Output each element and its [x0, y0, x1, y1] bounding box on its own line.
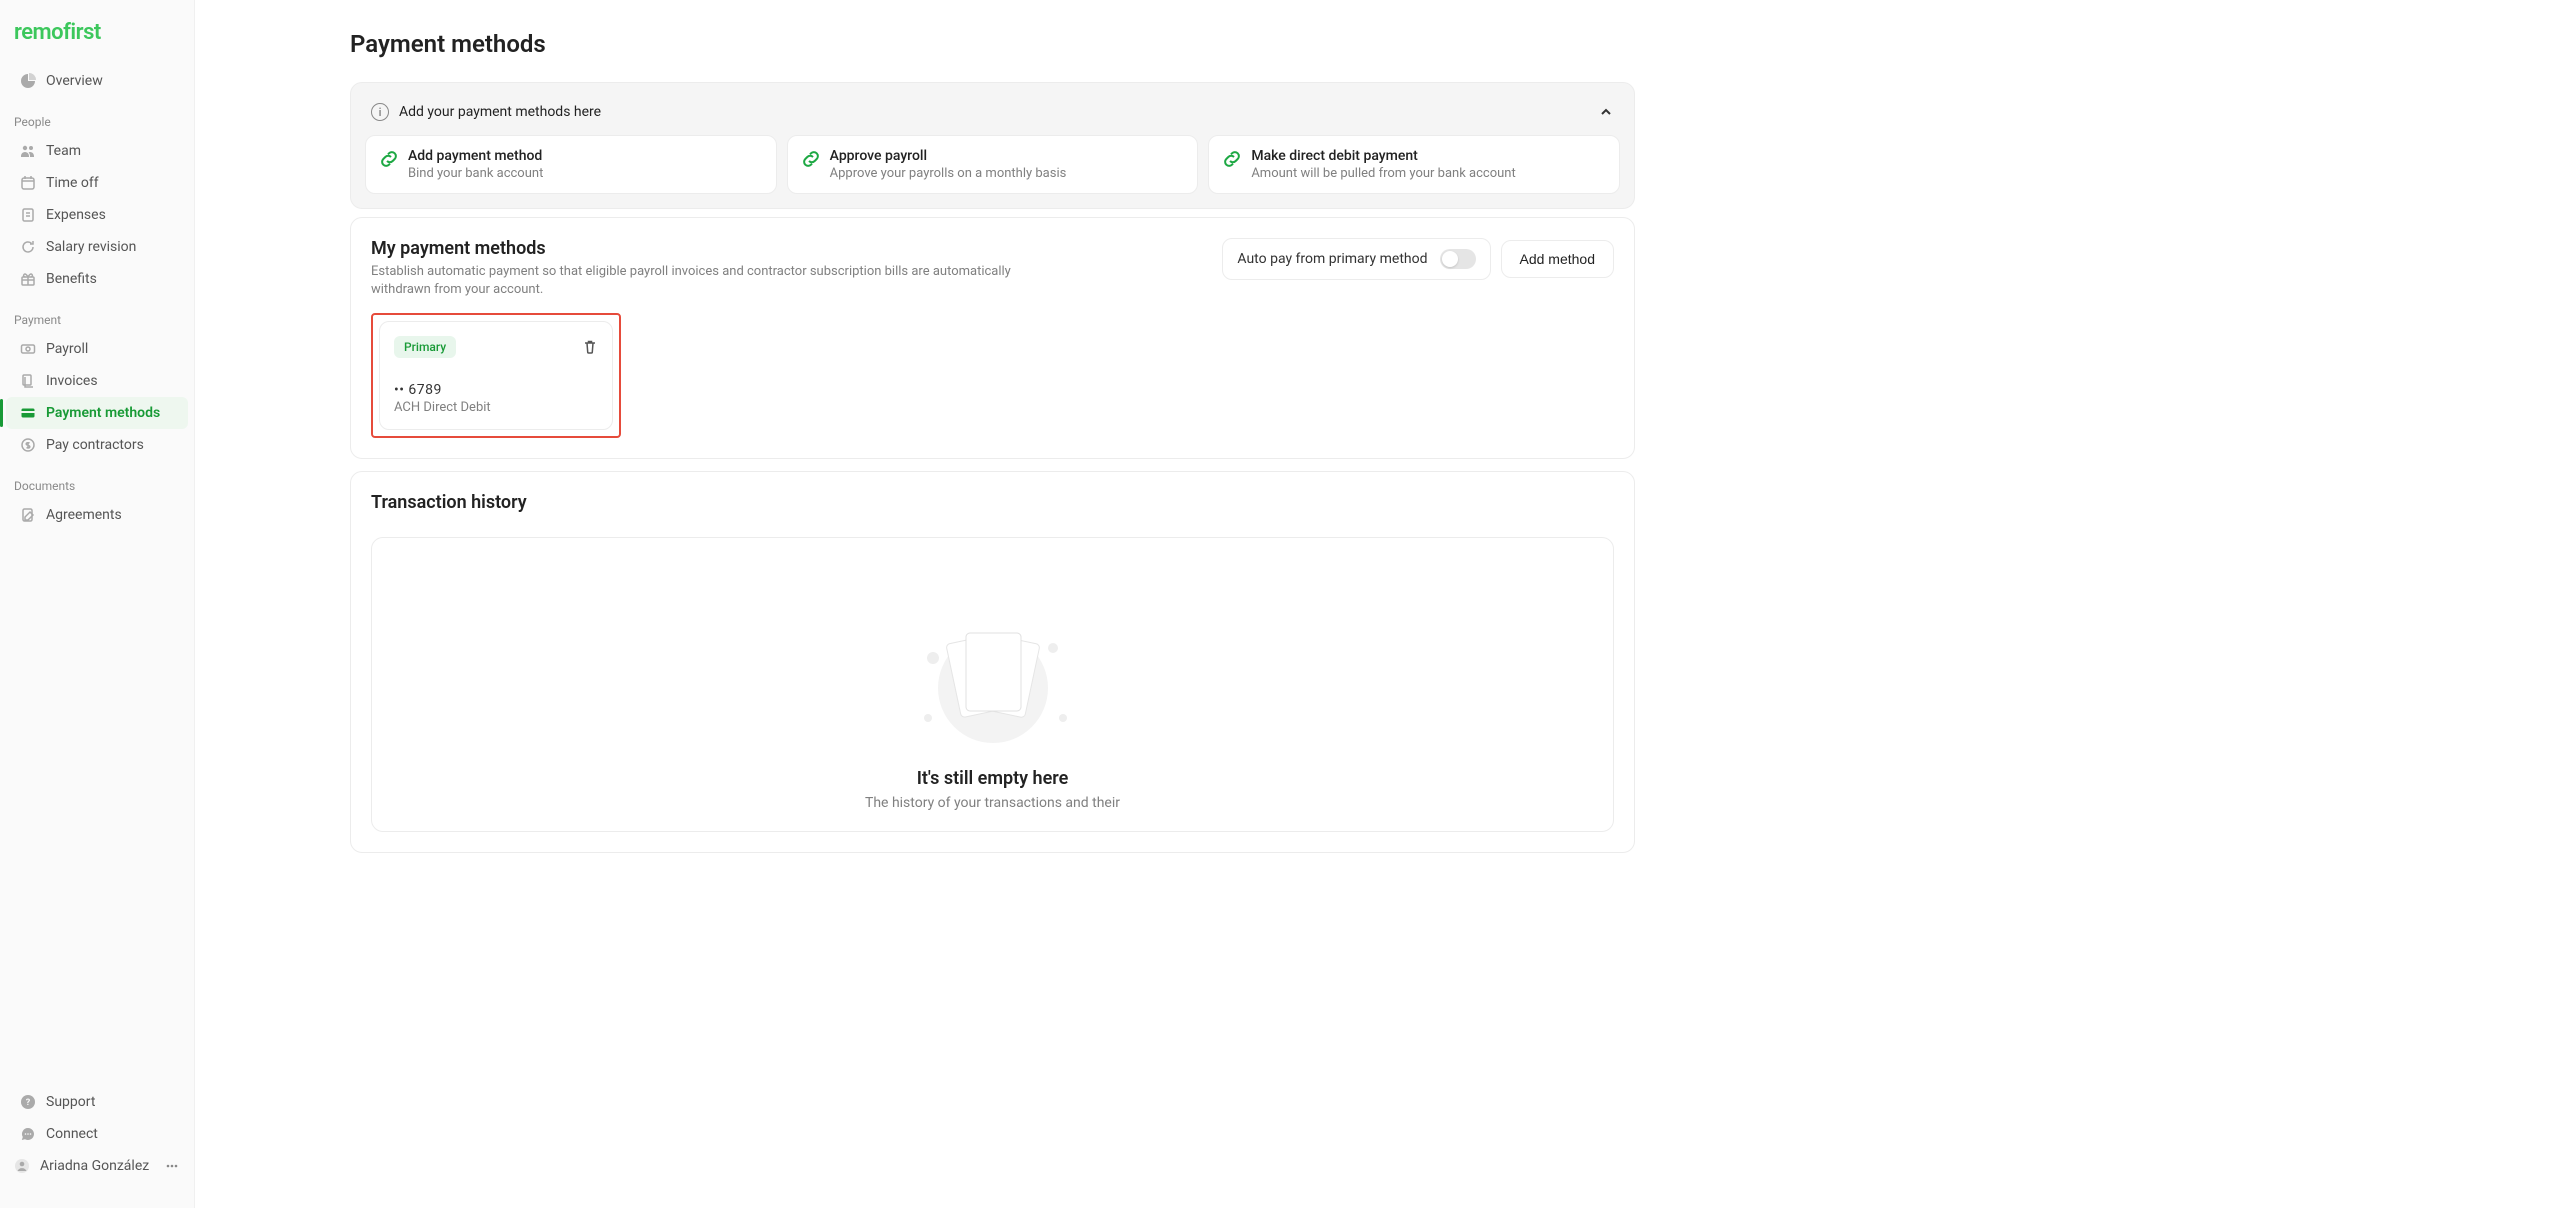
trash-icon[interactable] — [582, 339, 598, 355]
sidebar-item-invoices[interactable]: Invoices — [6, 365, 188, 397]
payment-methods-section: My payment methods Establish automatic p… — [350, 217, 1635, 459]
empty-sub: The history of your transactions and the… — [392, 795, 1593, 811]
toggle-label: Auto pay from primary method — [1237, 251, 1427, 267]
empty-illustration-icon — [903, 608, 1083, 748]
info-panel-header: i Add your payment methods here — [365, 97, 1620, 135]
people-icon — [20, 143, 36, 159]
sidebar-user[interactable]: Ariadna González — [0, 1150, 194, 1182]
action-approve-payroll[interactable]: Approve payroll Approve your payrolls on… — [787, 135, 1199, 194]
sidebar-item-connect[interactable]: Connect — [6, 1118, 188, 1150]
info-panel-title: Add your payment methods here — [399, 104, 601, 120]
main-content: Payment methods i Add your payment metho… — [195, 0, 1795, 1208]
sidebar-item-label: Agreements — [46, 507, 122, 523]
methods-title: My payment methods — [371, 238, 1041, 259]
sidebar-item-label: Team — [46, 143, 81, 159]
credit-card-icon — [20, 405, 36, 421]
sidebar-item-pay-contractors[interactable]: Pay contractors — [6, 429, 188, 461]
empty-title: It's still empty here — [392, 768, 1593, 789]
info-panel: i Add your payment methods here Add paym… — [350, 82, 1635, 209]
action-title: Make direct debit payment — [1251, 148, 1515, 164]
info-icon: i — [371, 103, 389, 121]
add-method-button[interactable]: Add method — [1501, 240, 1615, 278]
method-number: •• 6789 — [394, 382, 598, 398]
action-add-payment-method[interactable]: Add payment method Bind your bank accoun… — [365, 135, 777, 194]
history-title: Transaction history — [371, 492, 1614, 513]
sidebar-item-label: Benefits — [46, 271, 97, 287]
auto-pay-toggle[interactable]: Auto pay from primary method — [1222, 238, 1490, 280]
action-direct-debit[interactable]: Make direct debit payment Amount will be… — [1208, 135, 1620, 194]
payment-method-card[interactable]: Primary •• 6789 ACH Direct Debit — [379, 321, 613, 430]
primary-badge: Primary — [394, 336, 456, 358]
chat-icon — [20, 1126, 36, 1142]
sidebar-item-label: Expenses — [46, 207, 106, 223]
brand-logo: remofirst — [0, 20, 194, 65]
action-title: Add payment method — [408, 148, 543, 164]
edit-document-icon — [20, 507, 36, 523]
sidebar: remofirst Overview People Team Time off … — [0, 0, 195, 1208]
sidebar-footer: ? Support Connect Ariadna González — [0, 1080, 194, 1188]
svg-text:?: ? — [26, 1098, 31, 1108]
sidebar-item-time-off[interactable]: Time off — [6, 167, 188, 199]
help-circle-icon: ? — [20, 1094, 36, 1110]
sidebar-item-agreements[interactable]: Agreements — [6, 499, 188, 531]
sidebar-item-salary-revision[interactable]: Salary revision — [6, 231, 188, 263]
refresh-icon — [20, 239, 36, 255]
sidebar-item-team[interactable]: Team — [6, 135, 188, 167]
sidebar-item-label: Time off — [46, 175, 99, 191]
action-title: Approve payroll — [830, 148, 1067, 164]
method-card-highlighted: Primary •• 6789 ACH Direct Debit — [371, 313, 621, 438]
sidebar-item-expenses[interactable]: Expenses — [6, 199, 188, 231]
files-icon — [20, 373, 36, 389]
sidebar-section-people: People — [0, 97, 194, 135]
receipt-icon — [20, 207, 36, 223]
action-sub: Amount will be pulled from your bank acc… — [1251, 166, 1515, 181]
pie-chart-icon — [20, 73, 36, 89]
sidebar-item-label: Payroll — [46, 341, 88, 357]
user-avatar-icon — [14, 1158, 30, 1174]
link-icon — [380, 150, 398, 168]
sidebar-section-payment: Payment — [0, 295, 194, 333]
sidebar-item-label: Overview — [46, 73, 103, 89]
dollar-circle-icon — [20, 437, 36, 453]
sidebar-section-documents: Documents — [0, 461, 194, 499]
sidebar-item-support[interactable]: ? Support — [6, 1086, 188, 1118]
sidebar-item-benefits[interactable]: Benefits — [6, 263, 188, 295]
sidebar-item-label: Invoices — [46, 373, 98, 389]
sidebar-item-label: Support — [46, 1094, 95, 1110]
toggle-switch-icon — [1440, 249, 1476, 269]
sidebar-item-label: Payment methods — [46, 405, 160, 421]
gift-icon — [20, 271, 36, 287]
action-sub: Approve your payrolls on a monthly basis — [830, 166, 1067, 181]
action-sub: Bind your bank account — [408, 166, 543, 181]
page-title: Payment methods — [350, 30, 1635, 58]
sidebar-item-label: Connect — [46, 1126, 98, 1142]
link-icon — [1223, 150, 1241, 168]
chevron-up-icon[interactable] — [1598, 104, 1614, 120]
sidebar-item-label: Pay contractors — [46, 437, 144, 453]
methods-sub: Establish automatic payment so that elig… — [371, 263, 1041, 299]
link-icon — [802, 150, 820, 168]
methods-header: My payment methods Establish automatic p… — [371, 238, 1614, 299]
more-icon[interactable] — [164, 1158, 180, 1174]
sidebar-item-label: Salary revision — [46, 239, 136, 255]
empty-state: It's still empty here The history of you… — [371, 537, 1614, 832]
transaction-history-section: Transaction history It's still empty her… — [350, 471, 1635, 853]
action-row: Add payment method Bind your bank accoun… — [365, 135, 1620, 194]
calendar-icon — [20, 175, 36, 191]
sidebar-item-payment-methods[interactable]: Payment methods — [6, 397, 188, 429]
method-type: ACH Direct Debit — [394, 400, 598, 415]
sidebar-user-name: Ariadna González — [40, 1158, 149, 1174]
sidebar-item-payroll[interactable]: Payroll — [6, 333, 188, 365]
sidebar-item-overview[interactable]: Overview — [6, 65, 188, 97]
banknote-icon — [20, 341, 36, 357]
